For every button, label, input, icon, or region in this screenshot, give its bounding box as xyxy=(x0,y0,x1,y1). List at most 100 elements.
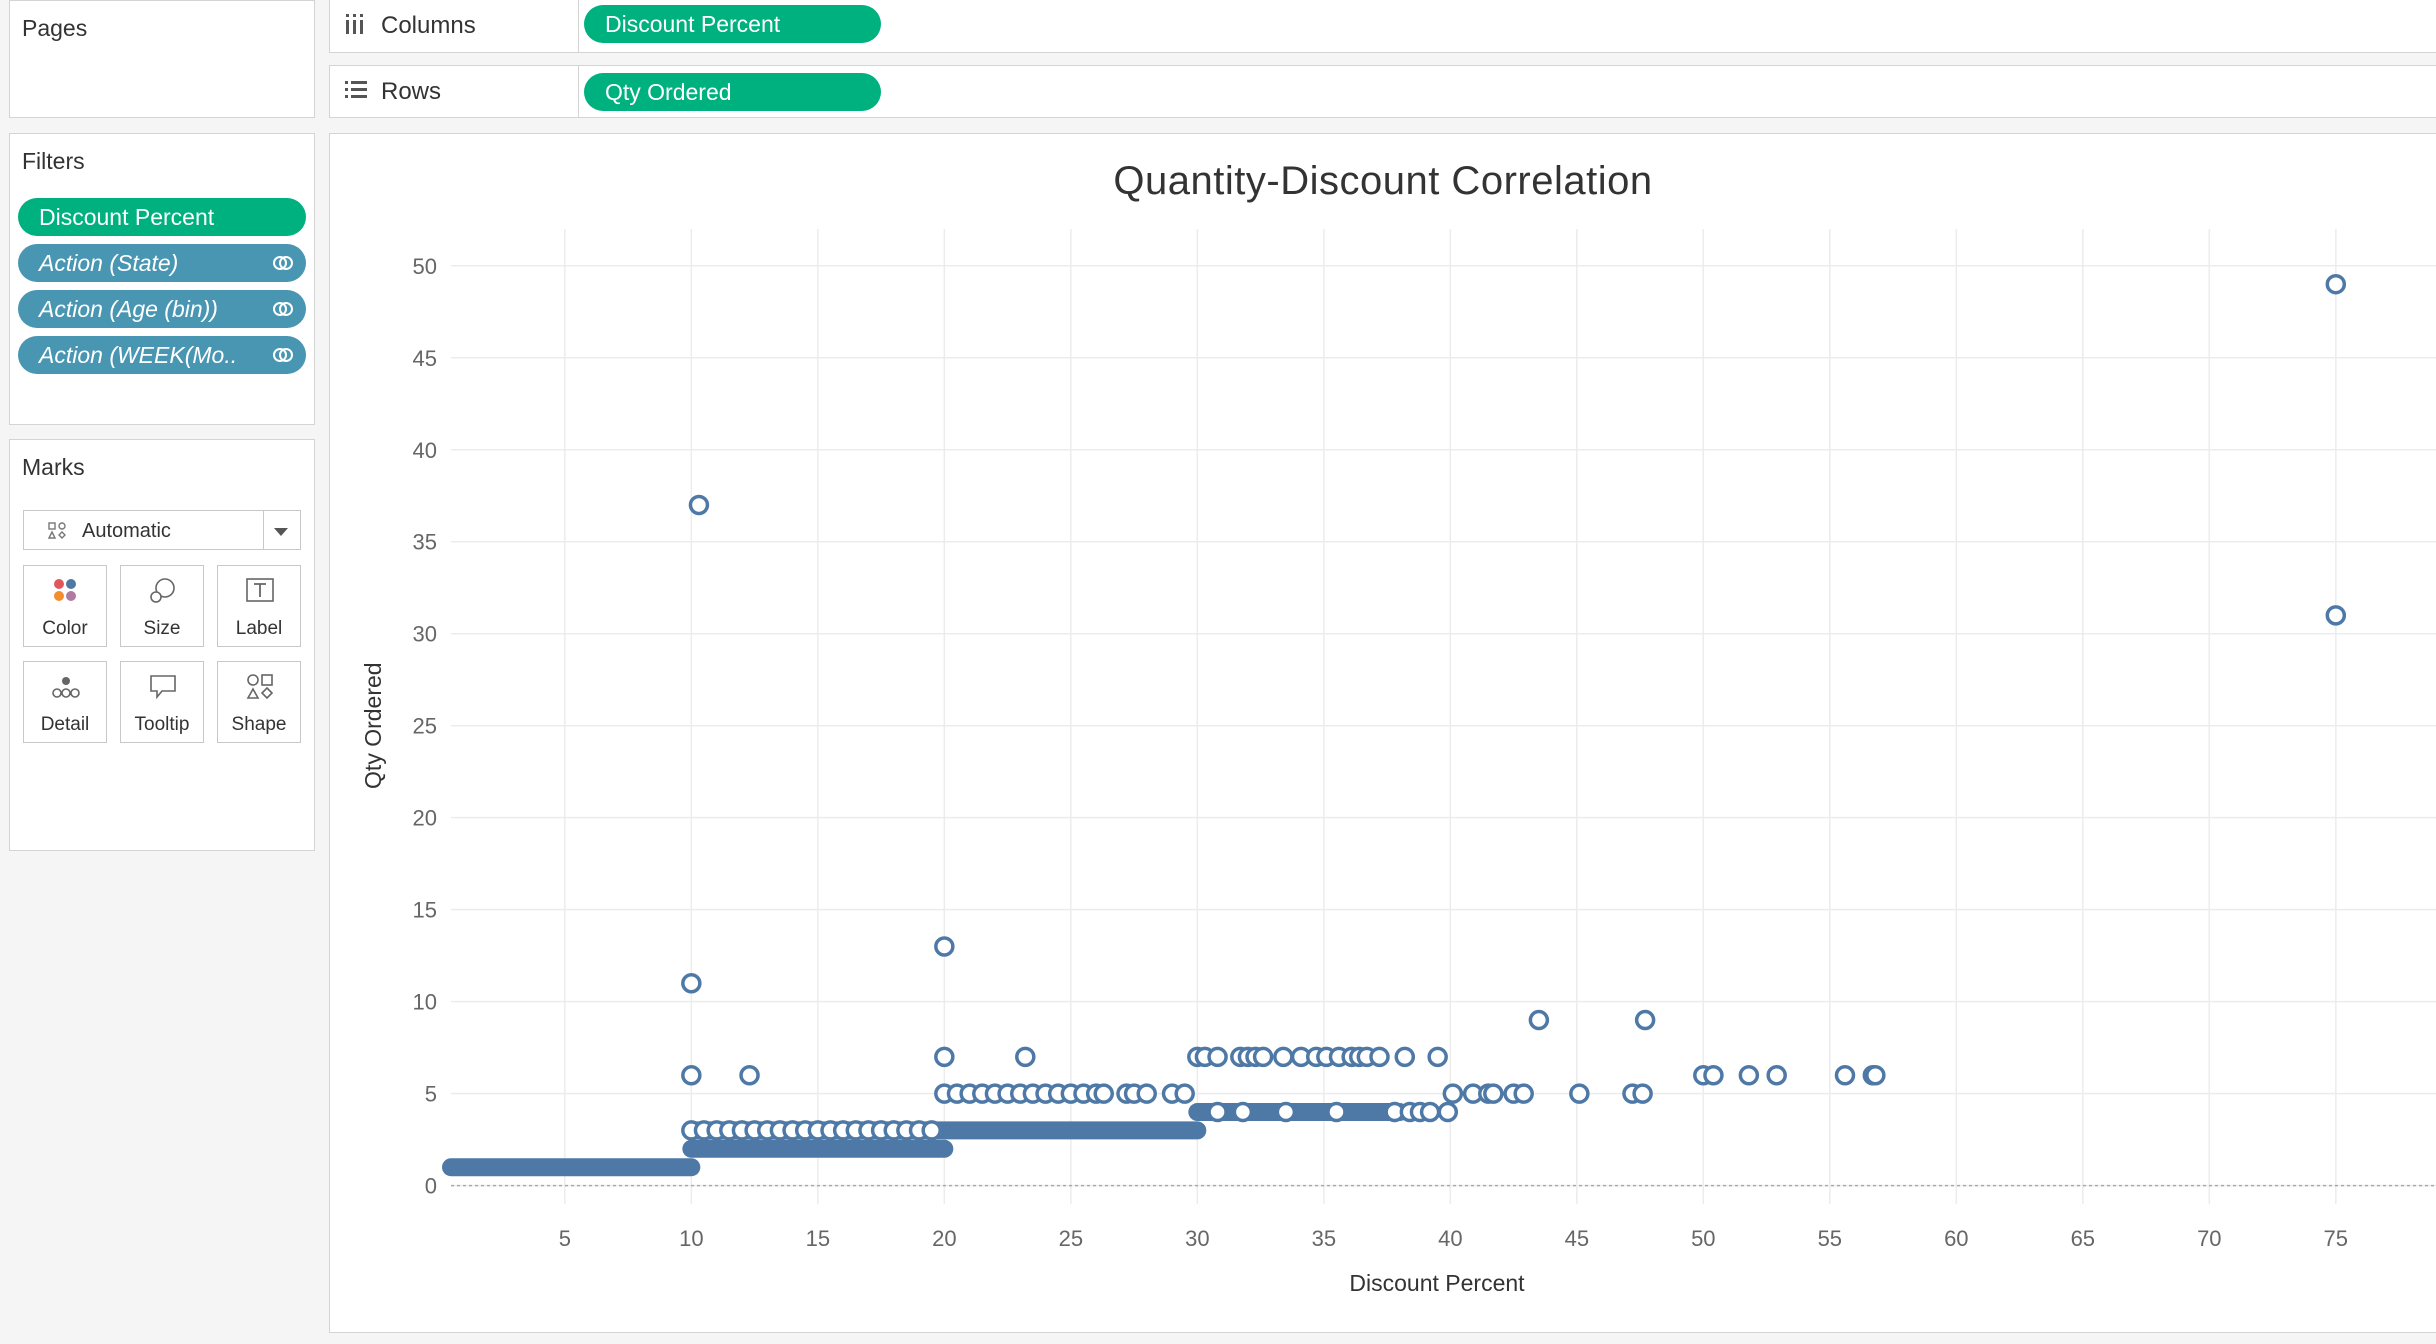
x-tick-label: 75 xyxy=(2324,1226,2348,1251)
label-icon xyxy=(246,578,274,602)
data-point[interactable] xyxy=(1207,1101,1228,1123)
filter-pill-action-age-bin[interactable]: Action (Age (bin)) xyxy=(18,290,306,328)
data-point[interactable] xyxy=(681,972,702,994)
data-point[interactable] xyxy=(688,494,710,516)
y-tick-label: 25 xyxy=(413,714,437,739)
marks-panel: Marks Automatic Color Size Label Detail … xyxy=(9,439,315,851)
label-button[interactable]: Label xyxy=(217,565,301,647)
data-point[interactable] xyxy=(1632,1083,1653,1104)
marks-title: Marks xyxy=(22,454,85,480)
data-point[interactable] xyxy=(2325,273,2347,295)
data-point[interactable] xyxy=(1419,1101,1441,1123)
data-point[interactable] xyxy=(1136,1083,1157,1104)
y-tick-label: 10 xyxy=(413,990,437,1015)
x-tick-label: 15 xyxy=(806,1226,830,1251)
mark-type-select[interactable]: Automatic xyxy=(23,510,301,550)
shape-button[interactable]: Shape xyxy=(217,661,301,743)
columns-shelf[interactable]: Columns Discount Percent xyxy=(329,0,2436,53)
data-point[interactable] xyxy=(1369,1046,1390,1068)
filter-pill-discount-percent[interactable]: Discount Percent xyxy=(18,198,306,236)
data-point[interactable] xyxy=(1528,1009,1550,1031)
size-button[interactable]: Size xyxy=(120,565,204,647)
data-point[interactable] xyxy=(1427,1046,1448,1068)
detail-button-label: Detail xyxy=(40,714,90,735)
data-point[interactable] xyxy=(1865,1064,1886,1086)
x-tick-label: 45 xyxy=(1565,1226,1589,1251)
y-tick-label: 35 xyxy=(413,530,437,555)
x-tick-label: 20 xyxy=(932,1226,956,1251)
rows-shelf[interactable]: Rows Qty Ordered xyxy=(329,65,2436,118)
data-point[interactable] xyxy=(1273,1046,1294,1068)
data-point[interactable] xyxy=(1634,1009,1656,1031)
size-icon xyxy=(150,578,175,603)
rows-pill-label: Qty Ordered xyxy=(605,79,732,105)
data-point[interactable] xyxy=(1834,1064,1856,1086)
y-tick-label: 20 xyxy=(413,806,437,831)
tooltip-button[interactable]: Tooltip xyxy=(120,661,204,743)
y-axis-title: Qty Ordered xyxy=(360,662,386,789)
detail-button[interactable]: Detail xyxy=(23,661,107,743)
data-point[interactable] xyxy=(1738,1064,1760,1086)
columns-icon xyxy=(346,14,363,34)
filter-pill-action-state[interactable]: Action (State) xyxy=(18,244,306,282)
pages-panel[interactable]: Pages xyxy=(9,0,315,118)
data-point[interactable] xyxy=(1569,1083,1590,1104)
detail-icon xyxy=(52,677,80,698)
x-tick-label: 60 xyxy=(1944,1226,1968,1251)
data-point[interactable] xyxy=(1483,1083,1504,1104)
data-point[interactable] xyxy=(934,936,955,957)
columns-pill-discount-percent[interactable]: Discount Percent xyxy=(584,5,881,43)
mark-type-value: Automatic xyxy=(82,520,171,542)
data-point[interactable] xyxy=(739,1064,760,1086)
y-tick-label: 50 xyxy=(413,254,437,279)
rows-shelf-label: Rows xyxy=(381,78,442,105)
data-band[interactable] xyxy=(442,1158,701,1177)
data-point[interactable] xyxy=(681,1064,702,1086)
filter-pill-label: Action (Age (bin)) xyxy=(39,296,218,322)
filters-title: Filters xyxy=(22,148,85,174)
y-tick-label: 40 xyxy=(413,438,437,463)
rows-icon xyxy=(345,81,367,98)
tooltip-icon xyxy=(150,675,176,700)
data-point[interactable] xyxy=(934,1046,955,1068)
data-point[interactable] xyxy=(1252,1046,1274,1068)
data-point[interactable] xyxy=(1442,1083,1464,1104)
filter-pill-action-week[interactable]: Action (WEEK(Mo.. xyxy=(18,336,306,374)
link-icon xyxy=(273,256,293,270)
data-point[interactable] xyxy=(1093,1083,1114,1104)
data-point[interactable] xyxy=(921,1120,942,1141)
scatter-plot[interactable]: 5 10 15 20 25 30 35 40 45 50 55 60 65 70 75 0 5 10 15 20 25 3… xyxy=(330,134,2436,1334)
data-point[interactable] xyxy=(1766,1064,1787,1086)
filter-pill-label: Action (State) xyxy=(39,250,179,276)
color-icon xyxy=(54,579,76,601)
color-button[interactable]: Color xyxy=(23,565,107,647)
data-point[interactable] xyxy=(1513,1083,1534,1104)
x-tick-label: 55 xyxy=(1818,1226,1842,1251)
chart-view[interactable]: Quantity-Discount Correlation 5 10 15 20 25 3… xyxy=(329,133,2436,1333)
data-point[interactable] xyxy=(1394,1046,1416,1068)
data-point[interactable] xyxy=(1232,1101,1254,1123)
x-tick-label: 25 xyxy=(1059,1226,1083,1251)
x-tick-label: 30 xyxy=(1185,1226,1209,1251)
y-tick-label: 5 xyxy=(425,1082,437,1107)
data-band[interactable] xyxy=(682,1139,954,1158)
filters-panel: Filters Discount Percent Action (State) … xyxy=(9,133,315,425)
link-icon xyxy=(273,302,293,316)
chevron-down-icon xyxy=(274,528,288,536)
x-tick-label: 40 xyxy=(1438,1226,1462,1251)
rows-pill-qty-ordered[interactable]: Qty Ordered xyxy=(584,73,881,111)
data-point[interactable] xyxy=(1015,1046,1036,1068)
data-point[interactable] xyxy=(1703,1064,1724,1086)
data-point[interactable] xyxy=(1207,1046,1228,1068)
data-point[interactable] xyxy=(1275,1101,1297,1123)
y-tick-label: 0 xyxy=(425,1174,437,1199)
data-point[interactable] xyxy=(1437,1101,1459,1123)
x-tick-label: 5 xyxy=(559,1226,571,1251)
x-axis-title: Discount Percent xyxy=(1349,1270,1525,1296)
data-point[interactable] xyxy=(1326,1101,1347,1123)
y-tick-label: 45 xyxy=(413,346,437,371)
shape-icon xyxy=(246,674,274,700)
data-point[interactable] xyxy=(2325,605,2347,626)
data-point[interactable] xyxy=(1174,1083,1195,1104)
pages-title: Pages xyxy=(22,15,88,41)
